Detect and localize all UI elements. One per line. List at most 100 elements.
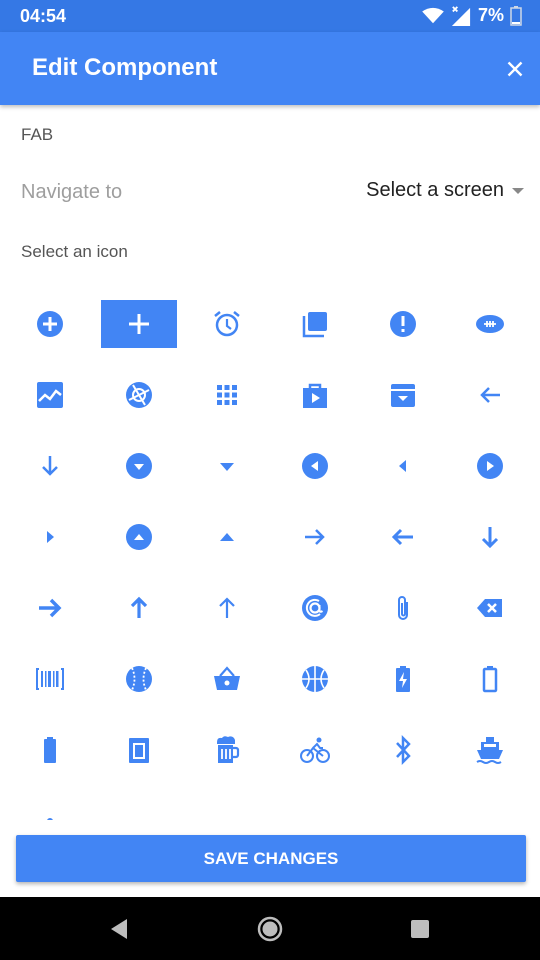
- icon-option[interactable]: [277, 300, 353, 348]
- arrow-left-circle-icon: [302, 453, 328, 479]
- icon-option[interactable]: [452, 442, 528, 490]
- arrow-left-icon: [399, 460, 406, 472]
- icon-option[interactable]: [365, 584, 441, 632]
- icon-option[interactable]: [452, 797, 528, 820]
- icon-option[interactable]: [12, 655, 88, 703]
- backspace-icon: [477, 599, 502, 617]
- arrow-right-circle-icon: [477, 453, 503, 479]
- beer-icon: [217, 736, 240, 763]
- at-sign-icon: [302, 595, 328, 621]
- icon-option[interactable]: [189, 797, 265, 820]
- icon-option[interactable]: [12, 371, 88, 419]
- battery-empty-icon: [482, 666, 498, 693]
- signal-icon: [451, 5, 471, 26]
- icon-option[interactable]: [365, 655, 441, 703]
- icon-option[interactable]: [452, 726, 528, 774]
- bicycle-icon: [300, 737, 330, 763]
- icon-option[interactable]: [189, 442, 265, 490]
- arrow-forward-thick-icon: [39, 598, 62, 618]
- arrow-right-icon: [47, 531, 54, 543]
- icon-option[interactable]: [101, 442, 177, 490]
- icon-option[interactable]: [101, 797, 177, 820]
- add-circle-icon: [37, 311, 63, 337]
- arrow-downward-icon: [42, 456, 58, 476]
- status-time: 04:54: [20, 6, 67, 26]
- beaker-icon: [129, 738, 149, 763]
- boat-icon: [476, 737, 503, 764]
- home-nav-icon[interactable]: [254, 913, 286, 945]
- archive-icon: [391, 384, 415, 407]
- wifi-icon: [422, 7, 444, 23]
- icon-option[interactable]: [277, 442, 353, 490]
- apps-icon: [217, 385, 237, 405]
- arrow-forward-icon: [305, 529, 325, 545]
- icon-option[interactable]: [12, 797, 88, 820]
- football-icon: [476, 315, 504, 333]
- icon-option[interactable]: [365, 300, 441, 348]
- icon-option[interactable]: [12, 442, 88, 490]
- icon-option[interactable]: [101, 584, 177, 632]
- icon-option[interactable]: [452, 371, 528, 419]
- library-icon: [302, 312, 327, 338]
- icon-option[interactable]: [365, 442, 441, 490]
- icon-option[interactable]: [101, 726, 177, 774]
- more-4-icon: [299, 805, 331, 820]
- back-nav-icon[interactable]: [103, 913, 135, 945]
- basket-icon: [214, 666, 240, 690]
- icon-option[interactable]: [452, 300, 528, 348]
- bluetooth-icon: [396, 734, 411, 766]
- icon-option[interactable]: [189, 371, 265, 419]
- icon-option[interactable]: [277, 584, 353, 632]
- navigate-to-label: Navigate to: [21, 181, 123, 203]
- icon-option[interactable]: [277, 513, 353, 561]
- icon-option[interactable]: [277, 371, 353, 419]
- close-icon[interactable]: [502, 56, 528, 82]
- add-icon: [129, 314, 149, 334]
- status-bar: 04:54 7%: [0, 0, 540, 32]
- arrow-back-thin-icon: [391, 528, 413, 546]
- icon-option[interactable]: [189, 584, 265, 632]
- icon-option[interactable]: [12, 584, 88, 632]
- more-6-icon: [474, 805, 506, 820]
- screen-select-dropdown[interactable]: Select a screen: [366, 179, 524, 202]
- icon-option[interactable]: [189, 726, 265, 774]
- arrow-drop-up-circle-icon: [126, 524, 152, 550]
- icon-option[interactable]: [365, 513, 441, 561]
- icon-option[interactable]: [365, 797, 441, 820]
- icon-option[interactable]: [452, 513, 528, 561]
- more-1-icon: [47, 818, 53, 820]
- more-5-icon: [387, 805, 419, 820]
- icon-option[interactable]: [365, 371, 441, 419]
- icon-option[interactable]: [12, 300, 88, 348]
- icon-option[interactable]: [12, 513, 88, 561]
- icon-option[interactable]: [101, 655, 177, 703]
- icon-option[interactable]: [277, 797, 353, 820]
- recents-nav-icon[interactable]: [404, 913, 436, 945]
- icon-option[interactable]: [277, 655, 353, 703]
- icon-option[interactable]: [101, 513, 177, 561]
- alarm-icon: [214, 311, 240, 337]
- icon-option[interactable]: [189, 300, 265, 348]
- arrow-down-icon: [481, 527, 499, 549]
- icon-option[interactable]: [101, 300, 177, 348]
- icon-option[interactable]: [452, 655, 528, 703]
- icon-option[interactable]: [101, 371, 177, 419]
- icon-option[interactable]: [189, 655, 265, 703]
- component-type-label: FAB: [21, 125, 54, 144]
- more-3-icon: [211, 805, 243, 820]
- arrow-drop-down-circle-icon: [126, 453, 152, 479]
- save-changes-button[interactable]: SAVE CHANGES: [16, 835, 526, 882]
- more-2-icon: [123, 805, 155, 820]
- icon-option[interactable]: [277, 726, 353, 774]
- icon-option[interactable]: [189, 513, 265, 561]
- attachment-icon: [398, 596, 408, 620]
- system-nav-bar: [0, 897, 540, 960]
- battery-icon: [510, 5, 522, 26]
- icon-option[interactable]: [452, 584, 528, 632]
- icon-option[interactable]: [12, 726, 88, 774]
- arrow-drop-down-icon: [220, 463, 234, 471]
- icon-option[interactable]: [365, 726, 441, 774]
- chevron-down-icon: [512, 187, 524, 194]
- arrow-up-thin-icon: [219, 597, 235, 618]
- page-title: Edit Component: [32, 54, 218, 81]
